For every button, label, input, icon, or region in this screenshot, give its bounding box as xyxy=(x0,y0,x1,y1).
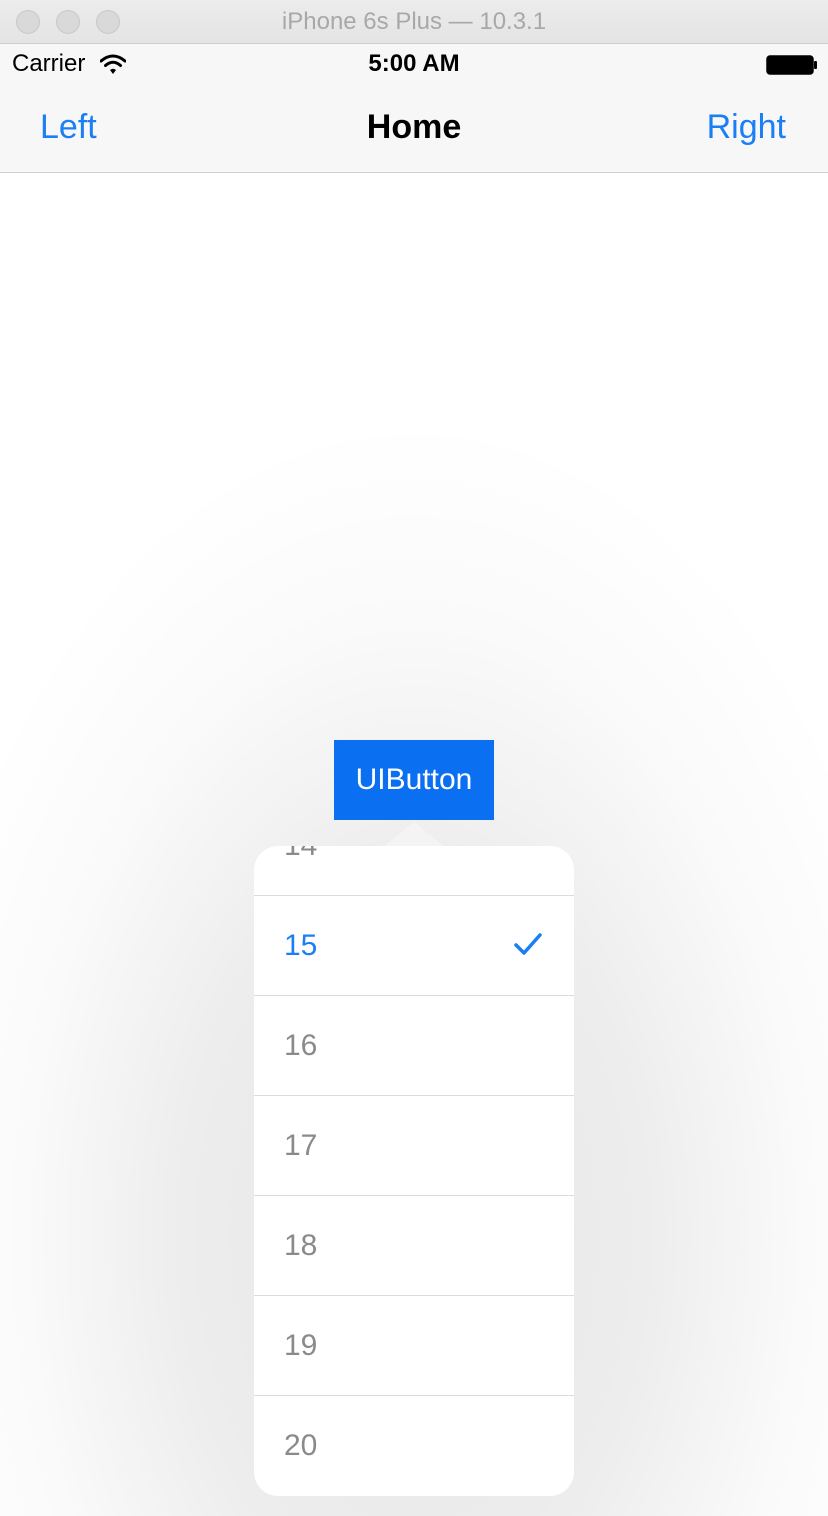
uibutton[interactable]: UIButton xyxy=(334,740,494,820)
popover-row-19[interactable]: 19 xyxy=(254,1296,574,1396)
popover-row-17[interactable]: 17 xyxy=(254,1096,574,1196)
battery-icon xyxy=(766,55,817,75)
window-title: iPhone 6s Plus — 10.3.1 xyxy=(281,8,547,35)
popover-arrow xyxy=(384,822,444,846)
navigation-bar: Left Home Right xyxy=(0,86,828,173)
popover-menu: 14 15 16 17 18 19 20 xyxy=(254,846,574,1496)
popover-row-18[interactable]: 18 xyxy=(254,1196,574,1296)
row-label: 14 xyxy=(284,846,317,896)
row-label: 15 xyxy=(284,929,318,962)
row-label: 18 xyxy=(284,1229,318,1262)
status-bar: Carrier 5:00 AM xyxy=(0,44,828,86)
simulator-window: iPhone 6s Plus — 10.3.1 Carrier 5:00 AM … xyxy=(0,0,828,1516)
checkmark-icon xyxy=(514,933,542,955)
popover-row-15[interactable]: 15 xyxy=(254,896,574,996)
row-label: 20 xyxy=(284,1429,318,1462)
row-label: 19 xyxy=(284,1329,318,1362)
status-time: 5:00 AM xyxy=(368,50,460,77)
popover-row-20[interactable]: 20 xyxy=(254,1396,574,1496)
popover-row-16[interactable]: 16 xyxy=(254,996,574,1096)
popover-list[interactable]: 14 15 16 17 18 19 20 xyxy=(254,846,574,1496)
right-bar-button[interactable]: Right xyxy=(707,108,786,147)
row-label: 16 xyxy=(284,1029,318,1062)
popover-row-14[interactable]: 14 xyxy=(254,846,574,896)
row-label: 17 xyxy=(284,1129,318,1162)
nav-title: Home xyxy=(366,108,462,146)
window-title-bar: iPhone 6s Plus — 10.3.1 xyxy=(0,0,828,44)
